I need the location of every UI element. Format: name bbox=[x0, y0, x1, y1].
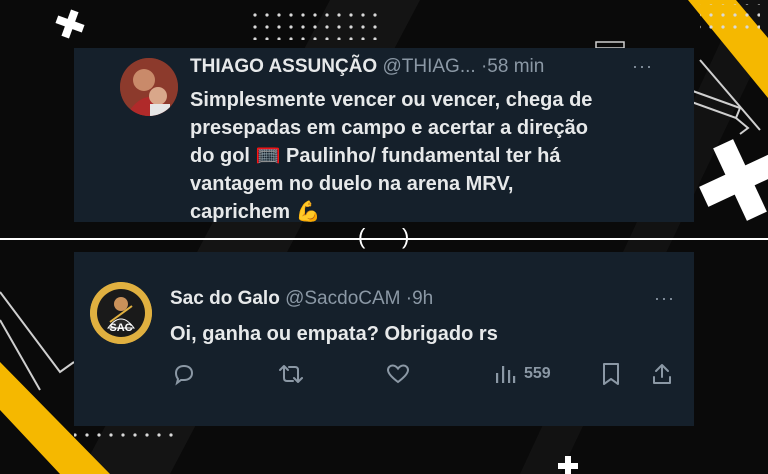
tweet-text-line: caprichem 💪 bbox=[190, 201, 321, 222]
display-name[interactable]: Sac do Galo bbox=[170, 288, 280, 309]
tweet-header: THIAGO ASSUNÇÃO @THIAG... ·58 min bbox=[190, 56, 544, 78]
divider-line bbox=[0, 238, 768, 240]
reply-icon bbox=[174, 364, 194, 386]
timestamp[interactable]: 58 min bbox=[487, 56, 544, 77]
bookmark-button[interactable] bbox=[600, 360, 622, 388]
timestamp[interactable]: 9h bbox=[412, 288, 433, 309]
user-handle[interactable]: @THIAG... bbox=[382, 56, 475, 77]
tweet-card-sac[interactable]: SAC Sac do Galo @SacdoCAM ·9h ··· Oi, ga… bbox=[74, 252, 694, 426]
share-icon bbox=[653, 364, 671, 384]
tweet-text: Simplesmente vencer ou vencer, chega de … bbox=[190, 86, 592, 222]
avatar[interactable]: SAC bbox=[90, 282, 152, 344]
retweet-icon bbox=[279, 365, 303, 383]
more-options-icon[interactable]: ··· bbox=[632, 56, 653, 77]
tweet-text: Oi, ganha ou empata? Obrigado rs bbox=[170, 323, 498, 345]
user-handle[interactable]: @SacdoCAM bbox=[285, 288, 400, 309]
display-name[interactable]: THIAGO ASSUNÇÃO bbox=[190, 56, 377, 77]
like-button[interactable] bbox=[386, 360, 410, 388]
views-button[interactable]: 559 bbox=[494, 360, 551, 388]
avatar[interactable] bbox=[120, 58, 178, 116]
retweet-button[interactable] bbox=[278, 360, 304, 388]
reply-button[interactable] bbox=[172, 360, 196, 388]
share-button[interactable] bbox=[650, 360, 674, 388]
divider-right-paren: ) bbox=[402, 224, 410, 249]
tweet-text-line: vantagem no duelo na arena MRV, bbox=[190, 173, 514, 195]
views-count: 559 bbox=[524, 365, 551, 382]
tweet-text-line: do gol 🥅 Paulinho/ fundamental ter há bbox=[190, 145, 561, 167]
tweet-header: Sac do Galo @SacdoCAM ·9h bbox=[170, 288, 433, 310]
bookmark-icon bbox=[603, 363, 619, 385]
tweet-actions-bar: 559 bbox=[170, 360, 686, 388]
divider-left-paren: ( bbox=[358, 224, 366, 249]
heart-icon bbox=[386, 364, 410, 384]
tweet-text-line: Simplesmente vencer ou vencer, chega de bbox=[190, 89, 593, 111]
views-icon bbox=[496, 366, 516, 383]
avatar-label: SAC bbox=[109, 322, 133, 334]
tweet-text-line: presepadas em campo e acertar a direção bbox=[190, 117, 588, 139]
more-options-icon[interactable]: ··· bbox=[654, 288, 675, 309]
tweet-card-thiago[interactable]: THIAGO ASSUNÇÃO @THIAG... ·58 min ··· Si… bbox=[74, 48, 694, 222]
